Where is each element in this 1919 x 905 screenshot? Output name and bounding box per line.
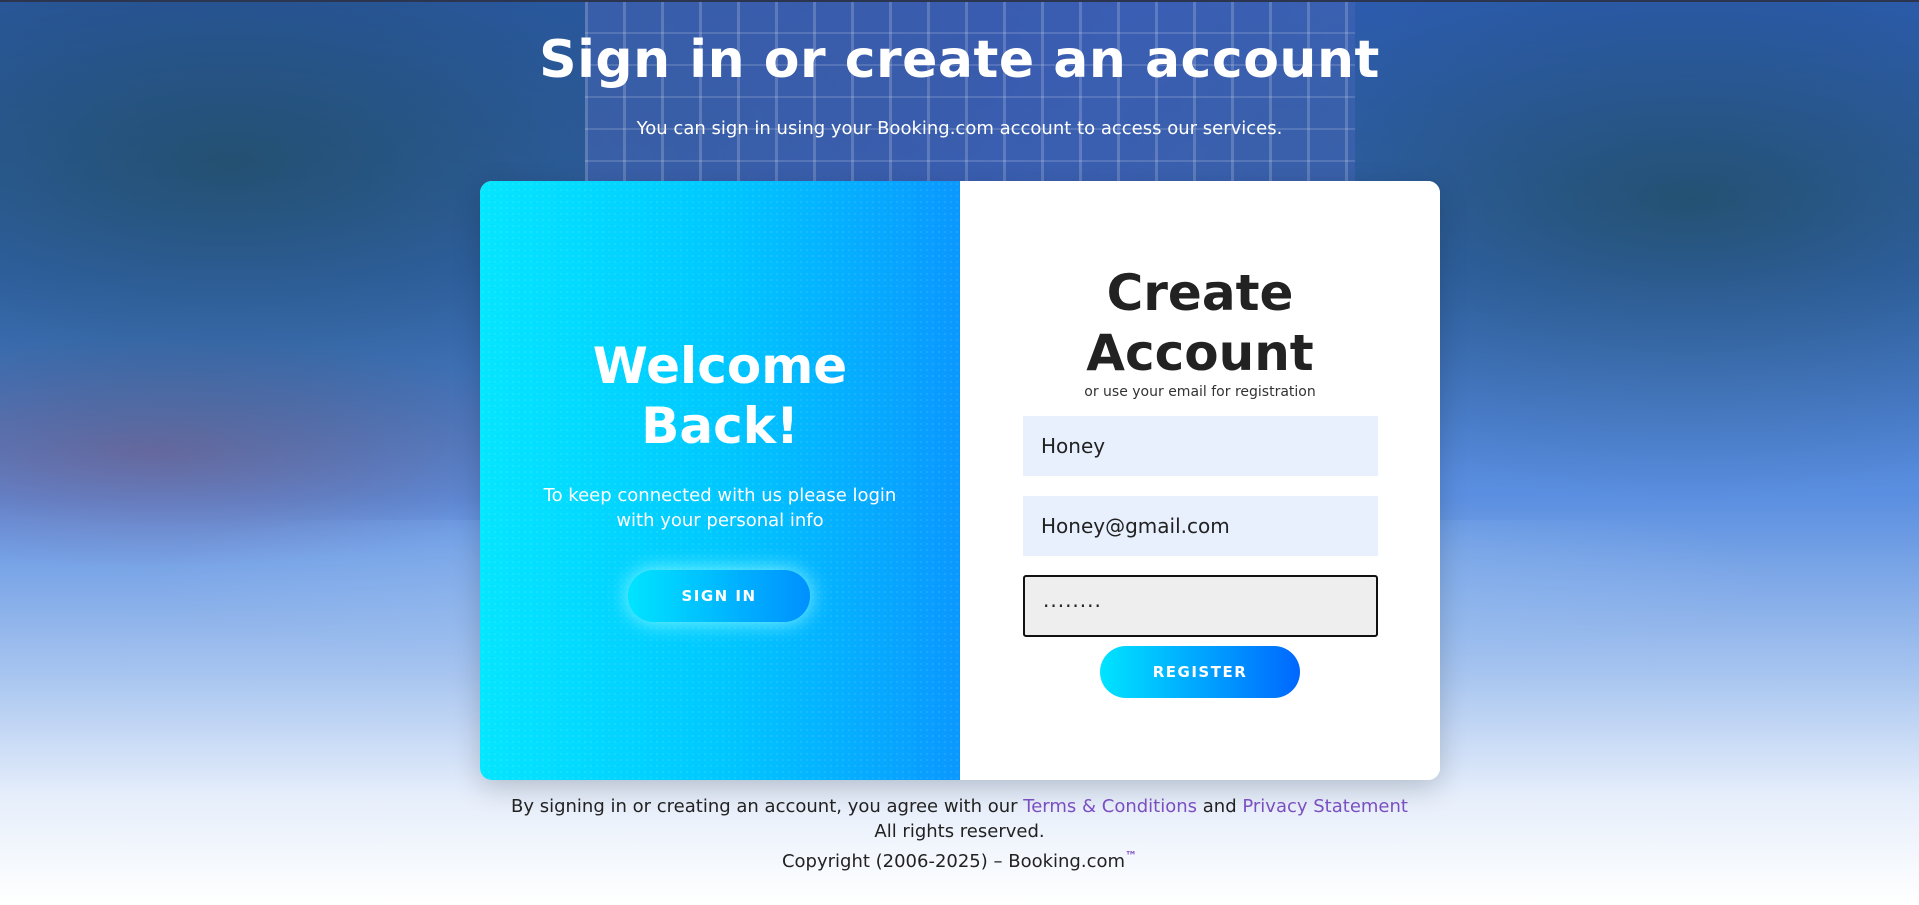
trademark-symbol: ™ [1125,849,1138,863]
create-account-subtitle: or use your email for registration [1084,384,1316,400]
welcome-panel: Welcome Back! To keep connected with us … [480,181,960,780]
page-title: Sign in or create an account [539,30,1380,90]
create-title-line2: Account [1086,324,1314,382]
agree-text: By signing in or creating an account, yo… [511,796,1024,817]
name-field[interactable] [1023,416,1378,476]
sign-in-button[interactable]: SIGN IN [628,570,810,622]
create-account-title: Create Account [960,263,1440,383]
privacy-link[interactable]: Privacy Statement [1242,796,1408,817]
background-building [585,0,1355,190]
copyright-line: Copyright (2006-2025) – Booking.com™ [0,844,1919,874]
welcome-title: Welcome Back! [480,336,960,456]
and-text: and [1197,796,1243,817]
auth-card: Welcome Back! To keep connected with us … [480,181,1440,780]
register-panel: Create Account or use your email for reg… [960,181,1440,780]
rights-text: All rights reserved. [874,821,1045,842]
welcome-title-line2: Back! [641,397,799,455]
email-field[interactable] [1023,496,1378,556]
terms-line: By signing in or creating an account, yo… [0,794,1919,819]
password-field[interactable] [1023,575,1378,637]
welcome-message-line2: with your personal info [616,510,824,531]
copyright-text: Copyright (2006-2025) – Booking.com [781,851,1126,872]
welcome-title-line1: Welcome [592,337,848,395]
create-title-line1: Create [1106,264,1294,322]
register-button[interactable]: REGISTER [1100,646,1300,698]
welcome-message-line1: To keep connected with us please login [543,485,897,506]
footer: By signing in or creating an account, yo… [0,794,1919,874]
page-subtitle: You can sign in using your Booking.com a… [636,118,1283,139]
welcome-message: To keep connected with us please login w… [520,483,920,533]
top-border [0,0,1919,2]
terms-link[interactable]: Terms & Conditions [1023,796,1197,817]
